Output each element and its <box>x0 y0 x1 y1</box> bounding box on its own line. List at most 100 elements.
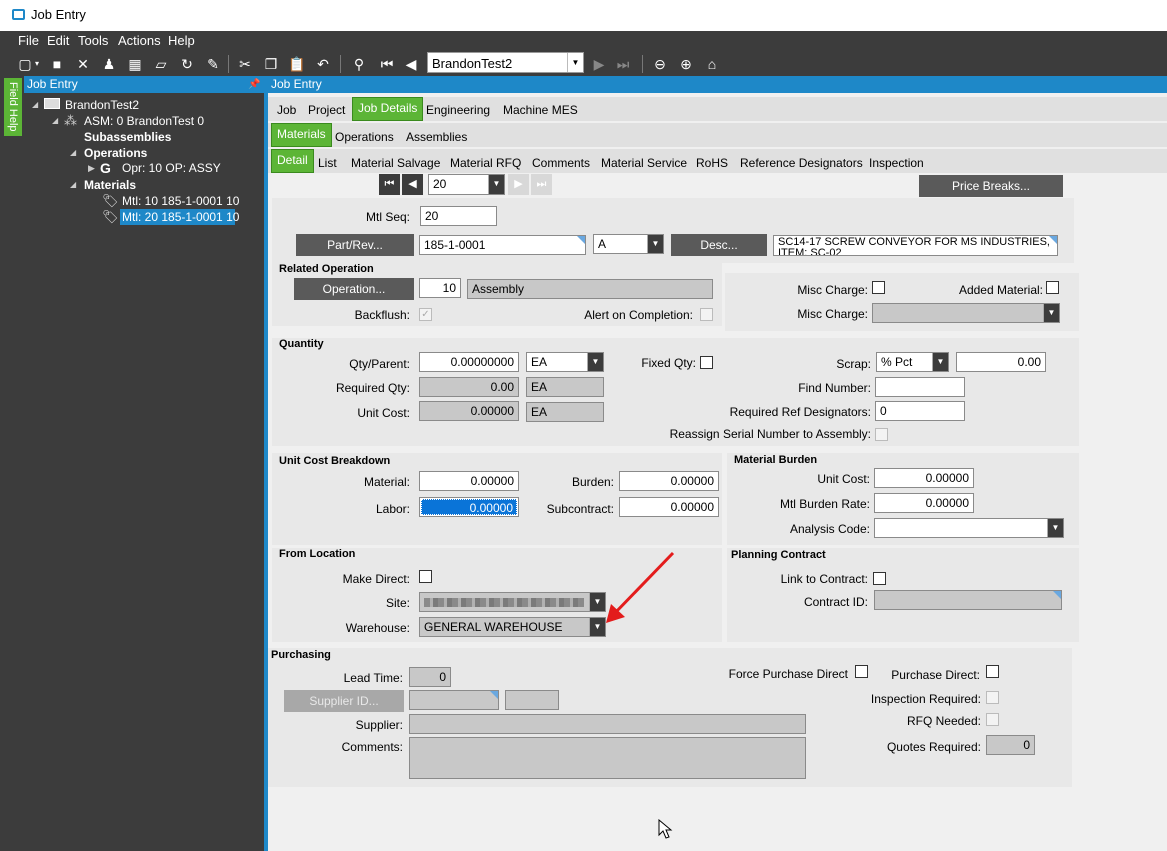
tab-material-salvage[interactable]: Material Salvage <box>346 153 445 173</box>
previous-record-icon[interactable]: ◀ <box>402 55 420 73</box>
desc-button[interactable]: Desc... <box>671 234 767 256</box>
subcontract-cost-input[interactable]: 0.00000 <box>619 497 719 517</box>
burden-cost-input[interactable]: 0.00000 <box>619 471 719 491</box>
contract-id-field[interactable] <box>874 590 1062 610</box>
tree-node-materials[interactable]: Materials <box>84 178 136 192</box>
first-record-icon[interactable]: ⏮ <box>379 174 400 195</box>
part-rev-button[interactable]: Part/Rev... <box>296 234 414 256</box>
forward-icon[interactable]: ⊕ <box>677 55 695 73</box>
analysis-code-combo[interactable]: ▼ <box>874 518 1064 538</box>
inspection-required-checkbox[interactable] <box>986 691 999 704</box>
next-record-icon[interactable]: ▶ <box>590 55 608 73</box>
tab-job-details[interactable]: Job Details <box>352 97 424 121</box>
description-input[interactable]: SC14-17 SCREW CONVEYOR FOR MS INDUSTRIES… <box>773 235 1058 256</box>
misc-charge-checkbox[interactable] <box>872 281 885 294</box>
tab-inspection[interactable]: Inspection <box>864 153 929 173</box>
menu-file[interactable]: File <box>18 33 39 48</box>
rev-combo[interactable]: A ▼ <box>593 234 664 254</box>
req-ref-designators-input[interactable]: 0 <box>875 401 965 421</box>
scrap-type-combo[interactable]: % Pct ▼ <box>876 352 949 372</box>
force-purchase-direct-checkbox[interactable] <box>855 665 868 678</box>
menu-edit[interactable]: Edit <box>47 33 69 48</box>
menu-tools[interactable]: Tools <box>78 33 108 48</box>
misc-charge-dropdown[interactable]: ▼ <box>872 303 1060 323</box>
last-record-icon[interactable]: ⏭ <box>614 55 632 73</box>
warehouse-combo[interactable]: GENERAL WAREHOUSE ▼ <box>419 617 606 637</box>
scrap-value-input[interactable]: 0.00 <box>956 352 1046 372</box>
tree-node-material-10[interactable]: Mtl: 10 185-1-0001 10 <box>122 194 239 208</box>
record-nav-combo[interactable]: 20 ▼ <box>428 174 505 195</box>
tree-node-subassemblies[interactable]: Subassemblies <box>84 130 171 144</box>
delete-icon[interactable]: ✕ <box>74 55 92 73</box>
comments-field[interactable] <box>409 737 806 779</box>
pin-icon[interactable]: 📌 <box>248 76 260 93</box>
paste-icon[interactable]: 📋 <box>288 55 306 73</box>
tab-job[interactable]: Job <box>272 100 301 120</box>
collapse-icon[interactable]: ◢ <box>70 148 76 157</box>
mtl-seq-input[interactable]: 20 <box>420 206 497 226</box>
burden-unit-cost-input[interactable]: 0.00000 <box>874 468 974 488</box>
chevron-down-icon[interactable]: ▼ <box>567 53 583 72</box>
home-icon[interactable]: ⌂ <box>703 55 721 73</box>
purchase-direct-checkbox[interactable] <box>986 665 999 678</box>
tree-node-material-20[interactable]: Mtl: 20 185-1-0001 10 <box>120 209 239 225</box>
note-icon[interactable]: ▱ <box>152 55 170 73</box>
first-record-icon[interactable]: ⏮ <box>378 55 396 73</box>
tab-assemblies[interactable]: Assemblies <box>401 127 472 147</box>
tab-machine-mes[interactable]: Machine MES <box>498 100 583 120</box>
undo-icon[interactable]: ↶ <box>314 55 332 73</box>
new-dropdown-icon[interactable]: ▾ <box>32 55 42 73</box>
site-combo[interactable]: ▼ <box>419 592 606 612</box>
alert-completion-checkbox[interactable] <box>700 308 713 321</box>
supplier-id-field[interactable] <box>409 690 499 710</box>
users-icon[interactable]: ♟ <box>100 55 118 73</box>
supplier-id-button[interactable]: Supplier ID... <box>284 690 404 712</box>
part-input[interactable]: 185-1-0001 <box>419 235 586 255</box>
tree-node-operations[interactable]: Operations <box>84 146 147 160</box>
last-record-icon[interactable]: ⏭ <box>531 174 552 195</box>
tab-materials[interactable]: Materials <box>271 123 332 147</box>
supplier-site-field[interactable] <box>505 690 559 710</box>
tab-detail[interactable]: Detail <box>271 149 314 173</box>
backflush-checkbox[interactable]: ✓ <box>419 308 432 321</box>
tab-reference-designators[interactable]: Reference Designators <box>735 153 868 173</box>
collapse-icon[interactable]: ◢ <box>32 100 38 109</box>
tab-rohs[interactable]: RoHS <box>691 153 733 173</box>
quotes-required-field[interactable]: 0 <box>986 735 1035 755</box>
material-cost-input[interactable]: 0.00000 <box>419 471 519 491</box>
tree-node-job[interactable]: BrandonTest2 <box>65 98 139 112</box>
previous-record-icon[interactable]: ◀ <box>402 174 423 195</box>
tab-material-service[interactable]: Material Service <box>596 153 692 173</box>
collapse-icon[interactable]: ◢ <box>52 116 58 125</box>
qty-parent-input[interactable]: 0.00000000 <box>419 352 519 372</box>
back-icon[interactable]: ⊖ <box>651 55 669 73</box>
save-icon[interactable]: ■ <box>48 55 66 73</box>
link-to-contract-checkbox[interactable] <box>873 572 886 585</box>
rfq-needed-checkbox[interactable] <box>986 713 999 726</box>
clear-icon[interactable]: ✎ <box>204 55 222 73</box>
chevron-down-icon[interactable]: ▼ <box>587 353 603 371</box>
cut-icon[interactable]: ✂ <box>236 55 254 73</box>
qty-uom-combo[interactable]: EA ▼ <box>526 352 604 372</box>
grid-icon[interactable]: ▦ <box>126 55 144 73</box>
tab-comments[interactable]: Comments <box>527 153 595 173</box>
reassign-serial-checkbox[interactable] <box>875 428 888 441</box>
operation-number-input[interactable]: 10 <box>419 278 461 298</box>
tab-material-rfq[interactable]: Material RFQ <box>445 153 526 173</box>
tab-list[interactable]: List <box>313 153 342 173</box>
fixed-qty-checkbox[interactable] <box>700 356 713 369</box>
tree-node-operation[interactable]: Opr: 10 OP: ASSY <box>122 161 221 175</box>
menu-help[interactable]: Help <box>168 33 195 48</box>
tab-engineering[interactable]: Engineering <box>421 100 495 120</box>
chevron-down-icon[interactable]: ▼ <box>932 353 948 371</box>
price-breaks-button[interactable]: Price Breaks... <box>919 175 1063 197</box>
refresh-icon[interactable]: ↻ <box>178 55 196 73</box>
job-combo[interactable]: BrandonTest2 ▼ <box>427 52 584 73</box>
mtl-burden-rate-input[interactable]: 0.00000 <box>874 493 974 513</box>
added-material-checkbox[interactable] <box>1046 281 1059 294</box>
next-record-icon[interactable]: ▶ <box>508 174 529 195</box>
collapse-icon[interactable]: ◢ <box>70 180 76 189</box>
chevron-down-icon[interactable]: ▼ <box>1043 304 1059 322</box>
lead-time-field[interactable]: 0 <box>409 667 451 687</box>
copy-icon[interactable]: ❐ <box>262 55 280 73</box>
